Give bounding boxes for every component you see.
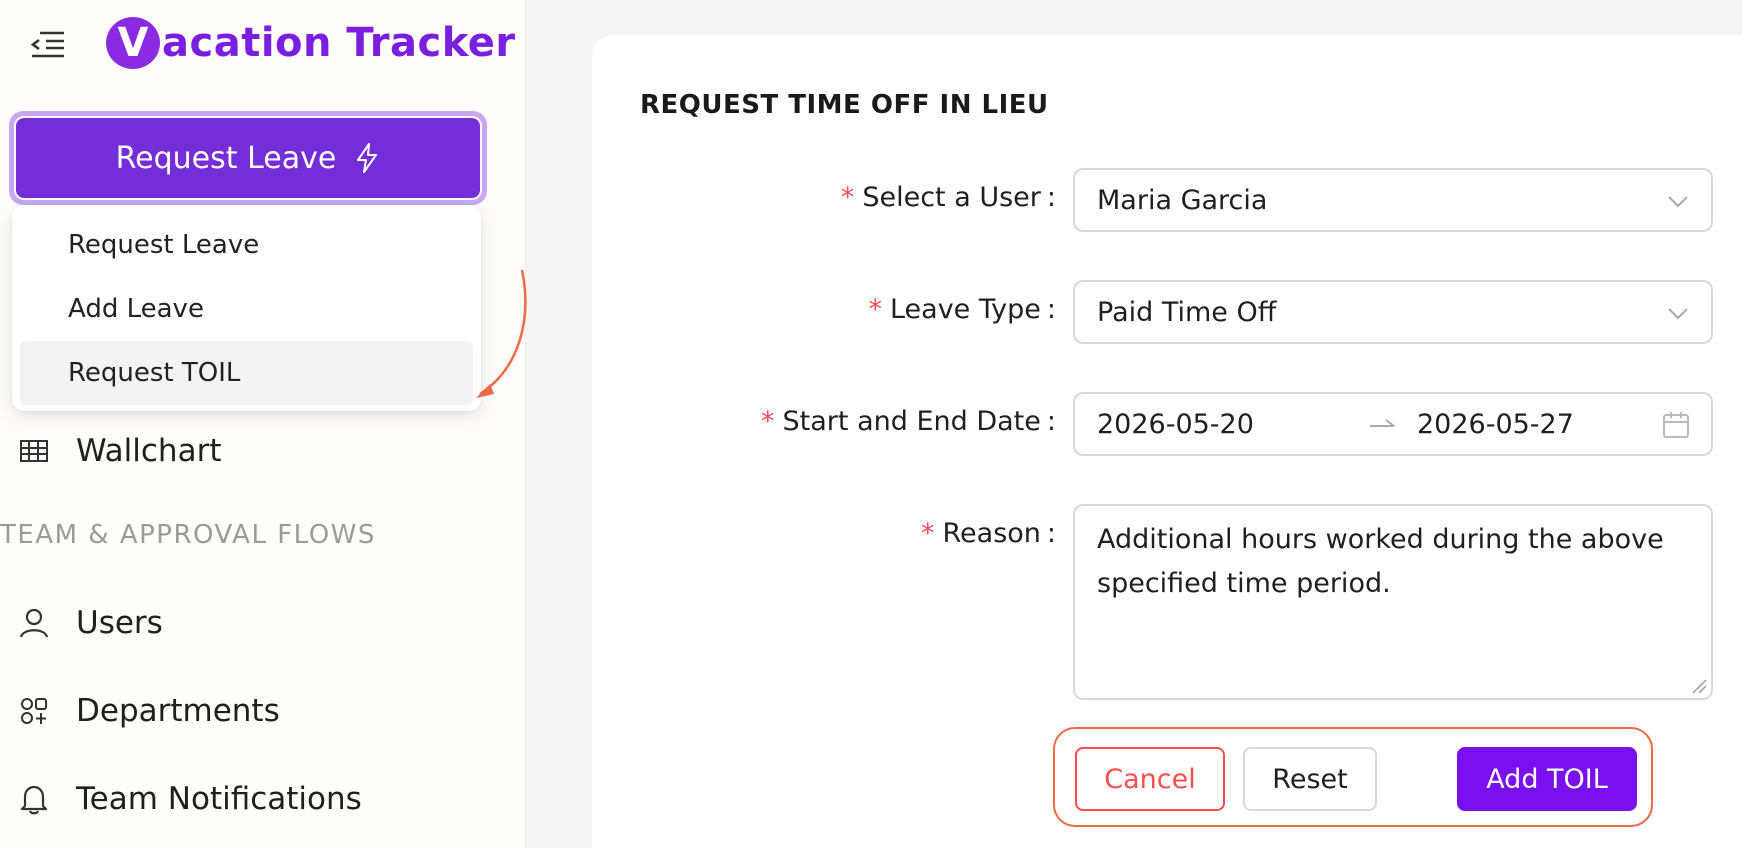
dates-label: * Start and End Date : [761,406,1056,437]
departments-icon [18,695,50,727]
label-colon: : [1046,294,1056,325]
add-toil-button[interactable]: Add TOIL [1457,747,1637,811]
chevron-down-icon [1668,308,1688,320]
required-marker: * [868,294,882,325]
required-marker: * [840,182,855,213]
sidebar-item-label: Wallchart [76,433,222,469]
sidebar-item-users[interactable]: Users [18,598,163,648]
sidebar-item-departments[interactable]: Departments [18,686,280,736]
dropdown-item-label: Request Leave [68,230,260,260]
sidebar-item-wallchart[interactable]: Wallchart [18,426,221,476]
request-leave-button-label: Request Leave [115,140,337,176]
user-icon [18,607,50,639]
request-leave-button[interactable]: Request Leave [14,116,482,200]
sidebar-item-label: Team Notifications [76,781,362,817]
arrow-right-icon [1357,417,1407,431]
section-label-team-approval-flows: TEAM & APPROVAL FLOWS [0,520,376,550]
label-text: Reason [942,518,1041,549]
sidebar: V acation Tracker Request Leave Request … [0,0,527,848]
bell-icon [18,783,50,815]
dropdown-item-request-leave[interactable]: Request Leave [20,213,473,277]
leave-type-label: * Leave Type : [868,294,1056,325]
page-title: REQUEST TIME OFF IN LIEU [640,90,1049,120]
label-colon: : [1046,518,1056,549]
app-logo[interactable]: V acation Tracker [106,14,516,72]
date-range-picker[interactable]: 2026-05-20 2026-05-27 [1073,392,1713,456]
label-colon: : [1046,406,1056,437]
sidebar-item-label: Users [76,605,163,641]
request-leave-dropdown: Request Leave Add Leave Request TOIL [12,205,481,411]
dropdown-item-request-toil[interactable]: Request TOIL [20,341,473,405]
request-leave-button-focus-ring: Request Leave [9,111,487,205]
table-grid-icon [18,435,50,467]
label-colon: : [1046,182,1056,213]
annotation-arrow [476,269,527,398]
label-text: Select a User [862,182,1041,213]
reason-value: Additional hours worked during the above… [1097,524,1664,599]
leave-type-value: Paid Time Off [1097,296,1277,328]
cancel-button[interactable]: Cancel [1075,747,1225,811]
calendar-icon [1663,412,1689,438]
resize-handle-icon[interactable] [1691,678,1707,694]
label-text: Leave Type [889,294,1041,325]
menu-collapse-icon[interactable] [28,26,68,62]
logo-text: acation Tracker [162,20,516,66]
label-text: Start and End Date [782,406,1041,437]
sidebar-item-team-notifications[interactable]: Team Notifications [18,774,362,824]
logo-mark: V [106,17,160,69]
leave-type-dropdown[interactable]: Paid Time Off [1073,280,1713,344]
required-marker: * [920,518,935,549]
select-user-value: Maria Garcia [1097,184,1268,216]
select-user-dropdown[interactable]: Maria Garcia [1073,168,1713,232]
select-user-label: * Select a User : [841,182,1056,213]
lightning-icon [357,143,378,173]
form-actions-highlight: Cancel Reset Add TOIL [1053,727,1653,827]
reason-textarea[interactable]: Additional hours worked during the above… [1073,504,1713,700]
sidebar-item-label: Departments [76,693,280,729]
end-date-input[interactable]: 2026-05-27 [1417,409,1574,440]
required-marker: * [761,406,775,437]
start-date-input[interactable]: 2026-05-20 [1097,409,1357,440]
dropdown-item-label: Add Leave [68,294,204,324]
dropdown-item-add-leave[interactable]: Add Leave [20,277,473,341]
reset-button[interactable]: Reset [1243,747,1377,811]
chevron-down-icon [1668,196,1688,208]
dropdown-item-label: Request TOIL [68,358,241,388]
reason-label: * Reason : [921,518,1056,549]
